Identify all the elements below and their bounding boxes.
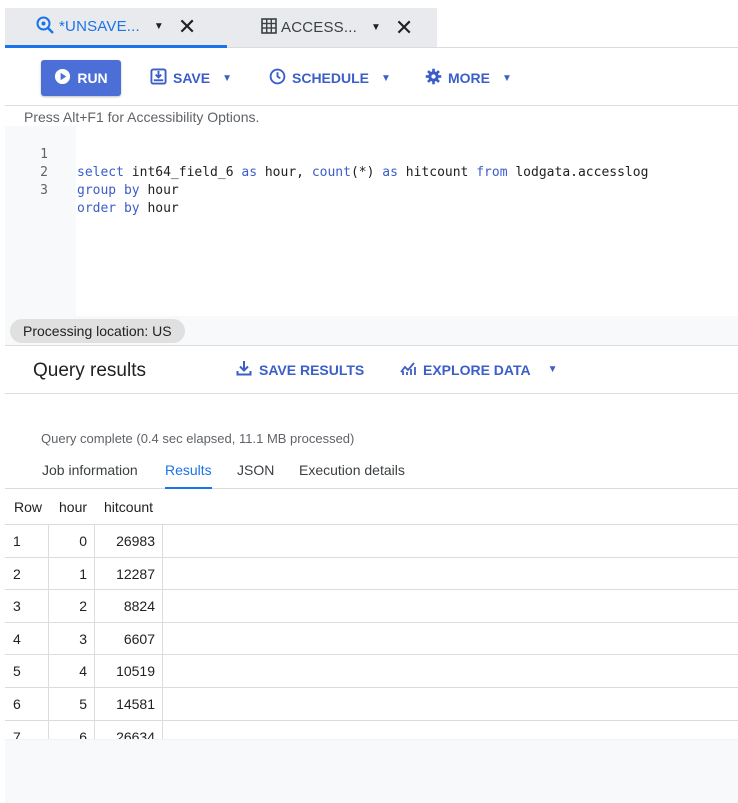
save-label: SAVE	[173, 70, 211, 86]
explore-data-label: EXPLORE DATA	[423, 361, 531, 378]
query-status: Query complete (0.4 sec elapsed, 11.1 MB…	[41, 431, 355, 446]
cell-row: 2	[5, 557, 49, 590]
download-icon	[236, 360, 252, 379]
cell-hitcount: 26634	[95, 720, 163, 739]
tab-job-information[interactable]: Job information	[42, 462, 138, 489]
explore-data-button[interactable]: EXPLORE DATA ▼	[400, 360, 558, 379]
cell-hour: 2	[49, 590, 95, 623]
editor-tab-bar: *UNSAVE... ▼ ✕ ACCESS... ▼ ✕	[5, 8, 738, 48]
save-button[interactable]: SAVE ▼	[150, 60, 232, 96]
table-row: 2 1 12287	[5, 557, 738, 591]
table-row: 3 2 8824	[5, 590, 738, 623]
play-icon	[54, 68, 71, 88]
table-header: Row hour hitcount	[5, 489, 738, 525]
tab-unsaved-query[interactable]: *UNSAVE... ▼ ✕	[5, 8, 227, 48]
more-dropdown-caret-icon: ▼	[502, 72, 512, 84]
code-text: order by hour	[77, 201, 179, 216]
more-label: MORE	[448, 70, 490, 86]
explore-data-caret-icon: ▼	[547, 364, 558, 375]
column-header-hitcount: hitcount	[104, 499, 154, 515]
schedule-dropdown-caret-icon: ▼	[381, 72, 391, 84]
code-line: 3 order by hour	[5, 164, 738, 216]
cell-hitcount: 10519	[95, 655, 163, 688]
tab-json[interactable]: JSON	[237, 462, 274, 489]
gear-icon	[425, 68, 442, 88]
code-line: 1 select int64_field_6 as hour, count(*)…	[5, 128, 738, 180]
tab-label: ACCESS...	[281, 19, 357, 36]
cell-row: 7	[5, 720, 49, 739]
cell-row: 5	[5, 655, 49, 688]
code-text: group by hour	[77, 183, 179, 198]
save-results-label: SAVE RESULTS	[259, 361, 365, 378]
table-icon	[261, 17, 277, 38]
table-row: 7 6 26634	[5, 720, 738, 739]
run-label: RUN	[77, 70, 108, 86]
results-header: Query results SAVE RESULTS EXPLORE DATA …	[5, 347, 738, 394]
schedule-button[interactable]: SCHEDULE ▼	[269, 60, 391, 96]
sql-editor[interactable]: Press Alt+F1 for Accessibility Options. …	[5, 106, 738, 316]
save-icon	[150, 68, 167, 88]
cell-hour: 1	[49, 557, 95, 590]
run-button[interactable]: RUN	[41, 60, 121, 96]
close-tab-icon[interactable]: ✕	[395, 16, 413, 39]
code-line: 2 group by hour	[5, 146, 738, 198]
save-results-button[interactable]: SAVE RESULTS	[236, 360, 364, 379]
cell-hitcount: 8824	[95, 590, 163, 623]
accessibility-hint: Press Alt+F1 for Accessibility Options.	[24, 109, 260, 125]
cell-hitcount: 6607	[95, 622, 163, 655]
cell-hour: 4	[49, 655, 95, 688]
cell-hour: 5	[49, 687, 95, 720]
processing-location-bar: Processing location: US	[5, 316, 738, 346]
line-number: 3	[40, 183, 48, 198]
processing-location-chip[interactable]: Processing location: US	[10, 319, 185, 343]
results-footer-area	[5, 739, 738, 803]
results-table: Row hour hitcount 1 0 26983 2 1 12287 3 …	[5, 489, 738, 739]
chart-icon	[400, 360, 416, 379]
tab-results[interactable]: Results	[165, 462, 212, 489]
cell-row: 1	[5, 525, 49, 557]
results-title: Query results	[33, 360, 146, 381]
tab-execution-details[interactable]: Execution details	[299, 462, 405, 489]
cell-hitcount: 12287	[95, 557, 163, 590]
close-tab-icon[interactable]: ✕	[178, 15, 196, 38]
query-icon	[35, 15, 55, 39]
schedule-label: SCHEDULE	[292, 70, 370, 86]
cell-hour: 6	[49, 720, 95, 739]
tab-menu-caret-icon[interactable]: ▼	[371, 22, 381, 33]
column-header-row: Row	[14, 499, 43, 515]
cell-hour: 0	[49, 525, 95, 557]
cell-hour: 3	[49, 622, 95, 655]
results-subtabs: Job information Results JSON Execution d…	[5, 460, 738, 489]
code-area[interactable]: 1 select int64_field_6 as hour, count(*)…	[5, 128, 738, 216]
tab-label: *UNSAVE...	[59, 18, 140, 35]
table-row: 1 0 26983	[5, 525, 738, 558]
tab-accesslog[interactable]: ACCESS... ▼ ✕	[227, 8, 437, 48]
table-row: 5 4 10519	[5, 655, 738, 688]
cell-hitcount: 14581	[95, 687, 163, 720]
cell-hitcount: 26983	[95, 525, 163, 557]
query-toolbar: RUN SAVE ▼ SCHEDULE ▼ MORE ▼	[5, 49, 738, 106]
clock-icon	[269, 68, 286, 88]
table-row: 4 3 6607	[5, 622, 738, 656]
more-button[interactable]: MORE ▼	[425, 60, 512, 96]
tab-menu-caret-icon[interactable]: ▼	[154, 21, 164, 32]
table-row: 6 5 14581	[5, 687, 738, 721]
column-header-hour: hour	[59, 499, 88, 515]
cell-row: 4	[5, 622, 49, 655]
save-dropdown-caret-icon: ▼	[222, 72, 232, 84]
cell-row: 6	[5, 687, 49, 720]
cell-row: 3	[5, 590, 49, 623]
